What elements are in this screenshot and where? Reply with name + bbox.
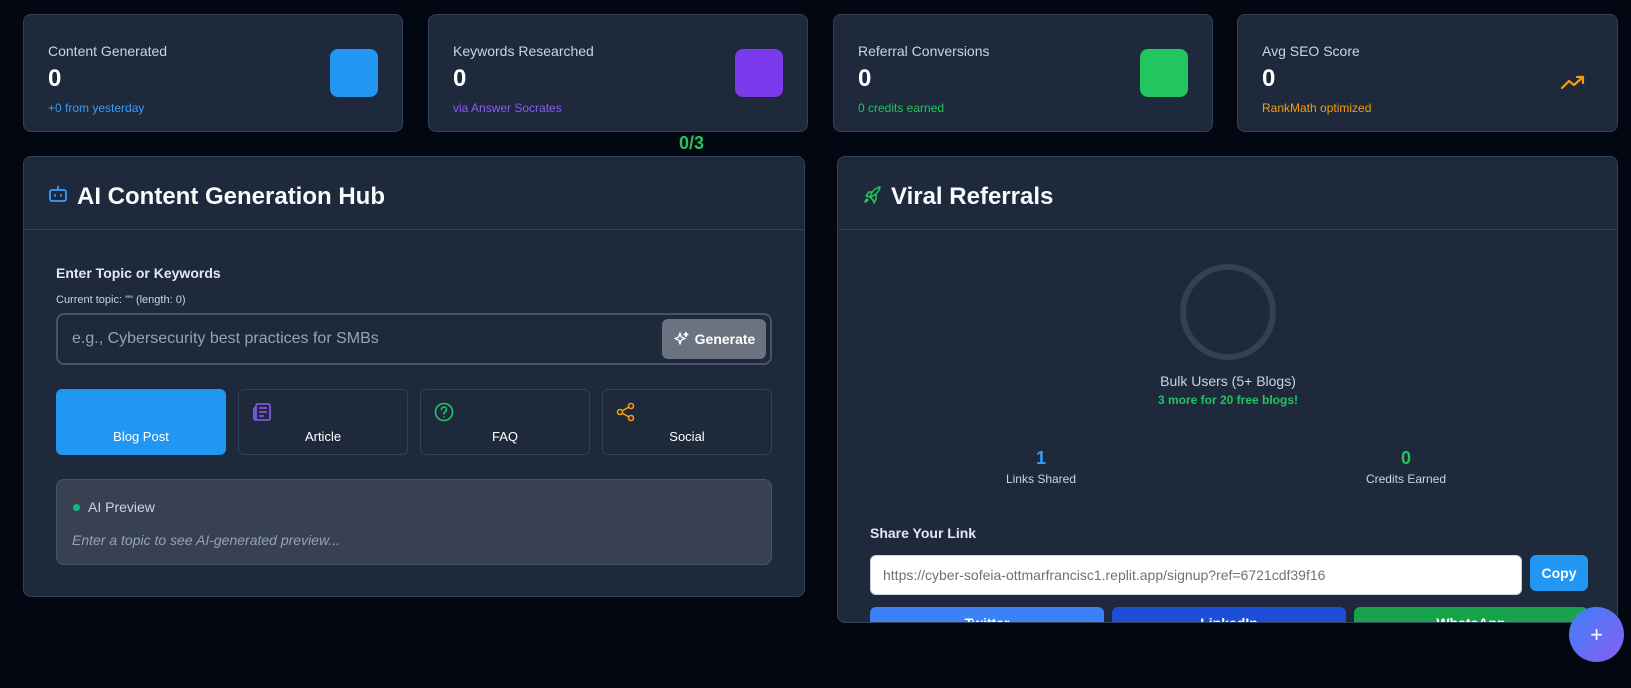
stat-value: 0 (453, 65, 467, 92)
generate-label: Generate (694, 331, 756, 347)
preview-title: AI Preview (88, 499, 155, 515)
content-hub-panel: AI Content Generation Hub Enter Topic or… (23, 156, 805, 597)
type-label: Article (304, 429, 342, 444)
stat-card-avg-seo-score: Avg SEO Score 0 RankMath optimized (1237, 14, 1618, 132)
panel-title: AI Content Generation Hub (77, 183, 385, 210)
panel-header: Viral Referrals (838, 157, 1617, 230)
type-blog-post[interactable]: Blog Post (56, 389, 226, 455)
preview-text: Enter a topic to see AI-generated previe… (72, 532, 340, 548)
twitter-label: Twitter (964, 615, 1010, 623)
stat-value: 0 (858, 65, 872, 92)
credits-earned-label: Credits Earned (1365, 472, 1447, 486)
type-label: Blog Post (113, 429, 169, 444)
topic-input-wrapper: Generate (56, 313, 772, 365)
topic-label: Enter Topic or Keywords (56, 265, 221, 281)
floating-add-button[interactable]: + (1569, 607, 1624, 662)
whatsapp-label: WhatsApp (1436, 615, 1506, 623)
links-shared-value: 1 (1035, 448, 1046, 468)
topic-input[interactable] (72, 327, 632, 351)
keywords-icon (735, 49, 783, 97)
stat-sub: +0 from yesterday (48, 101, 145, 115)
type-label: Social (669, 429, 705, 444)
topic-hint: Current topic: "" (length: 0) (56, 294, 186, 306)
ai-preview-box: AI Preview Enter a topic to see AI-gener… (56, 479, 772, 565)
credits-earned-value: 0 (1400, 448, 1411, 468)
type-faq[interactable]: FAQ (420, 389, 590, 455)
trending-up-icon (1561, 75, 1585, 90)
help-circle-icon (434, 402, 454, 422)
bulk-users-hint: 3 more for 20 free blogs! (1157, 393, 1299, 407)
stat-card-referral-conversions: Referral Conversions 0 0 credits earned (833, 14, 1213, 132)
links-shared-stat: 1 Links Shared (941, 448, 1141, 486)
stat-title: Content Generated (48, 43, 168, 59)
bulk-users-label: Bulk Users (5+ Blogs) (1160, 373, 1296, 389)
links-shared-label: Links Shared (1005, 472, 1077, 486)
sparkles-icon (673, 331, 689, 345)
stat-card-keywords-researched: Keywords Researched 0 via Answer Socrate… (428, 14, 808, 132)
rocket-icon (864, 186, 881, 204)
stat-sub: 0 credits earned (858, 101, 945, 115)
stat-value: 0 (1262, 65, 1276, 92)
share-link-label: Share Your Link (870, 525, 977, 541)
twitter-share-button[interactable]: Twitter (870, 607, 1104, 623)
stat-title: Keywords Researched (453, 43, 594, 59)
linkedin-share-button[interactable]: LinkedIn (1112, 607, 1346, 623)
stat-sub: RankMath optimized (1262, 101, 1372, 115)
type-label: FAQ (491, 429, 518, 444)
bot-icon (49, 185, 67, 202)
usage-counter: 0/3 (679, 133, 705, 153)
share-icon (616, 402, 635, 422)
type-social[interactable]: Social (602, 389, 772, 455)
panel-title: Viral Referrals (891, 183, 1054, 210)
panel-header: AI Content Generation Hub (24, 157, 804, 230)
referral-progress-ring (1180, 264, 1276, 360)
linkedin-label: LinkedIn (1200, 615, 1258, 623)
stat-title: Avg SEO Score (1262, 43, 1360, 59)
newspaper-icon (253, 403, 271, 421)
generate-button[interactable]: Generate (662, 319, 766, 359)
share-link-input[interactable] (870, 555, 1522, 595)
referral-icon (1140, 49, 1188, 97)
copy-label: Copy (1541, 565, 1577, 581)
content-icon (330, 49, 378, 97)
stat-value: 0 (48, 65, 62, 92)
whatsapp-share-button[interactable]: WhatsApp (1354, 607, 1588, 623)
plus-icon: + (1590, 621, 1603, 647)
type-article[interactable]: Article (238, 389, 408, 455)
status-dot (73, 504, 80, 511)
viral-referrals-panel: Viral Referrals Bulk Users (5+ Blogs) 3 … (837, 156, 1618, 623)
stat-card-content-generated: Content Generated 0 +0 from yesterday (23, 14, 403, 132)
stat-title: Referral Conversions (858, 43, 990, 59)
copy-button[interactable]: Copy (1530, 555, 1588, 591)
stat-sub: via Answer Socrates (453, 101, 562, 115)
credits-earned-stat: 0 Credits Earned (1306, 448, 1506, 486)
